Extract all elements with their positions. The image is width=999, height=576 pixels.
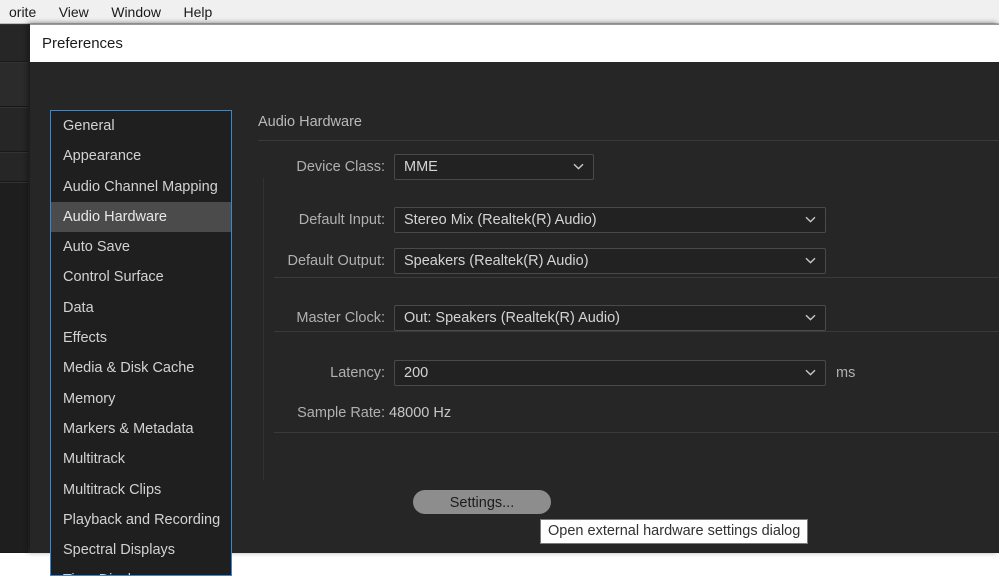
dialog-body: General Appearance Audio Channel Mapping… [30, 62, 999, 576]
sidebar-item-markers-metadata[interactable]: Markers & Metadata [51, 414, 231, 444]
sidebar-item-audio-hardware[interactable]: Audio Hardware [51, 201, 231, 233]
host-left-panel-strip [0, 182, 28, 553]
latency-value[interactable]: 200 [404, 361, 428, 385]
sample-rate-row: Sample Rate: 48000 Hz [258, 402, 658, 424]
latency-label: Latency: [330, 365, 385, 381]
device-class-value: MME [404, 159, 438, 175]
default-input-dropdown[interactable]: Stereo Mix (Realtek(R) Audio) [394, 207, 826, 233]
preferences-category-list[interactable]: General Appearance Audio Channel Mapping… [50, 110, 232, 576]
sidebar-item-spectral-displays[interactable]: Spectral Displays [51, 535, 231, 565]
audio-hardware-pane: Audio Hardware Device Class: MME Default… [258, 110, 999, 553]
divider-below-sample-rate [274, 432, 999, 433]
device-class-row: Device Class: MME [258, 154, 594, 180]
sidebar-item-data[interactable]: Data [51, 293, 231, 323]
divider-above-latency [274, 331, 999, 332]
sample-rate-value: 48000 Hz [389, 405, 452, 421]
preferences-dialog: Preferences General Appearance Audio Cha… [30, 24, 999, 576]
sidebar-item-memory[interactable]: Memory [51, 384, 231, 414]
sidebar-item-multitrack[interactable]: Multitrack [51, 444, 231, 474]
sidebar-item-media-disk-cache[interactable]: Media & Disk Cache [51, 353, 231, 383]
default-output-dropdown[interactable]: Speakers (Realtek(R) Audio) [394, 248, 826, 274]
settings-button-tooltip: Open external hardware settings dialog [540, 519, 809, 544]
host-left-panel-strip [0, 107, 28, 152]
master-clock-label-slot: Master Clock: [258, 305, 385, 331]
sidebar-item-effects[interactable]: Effects [51, 323, 231, 353]
pane-heading-divider [258, 140, 999, 141]
sidebar-item-audio-channel-mapping[interactable]: Audio Channel Mapping [51, 172, 231, 202]
latency-row: Latency: 200 ms [258, 360, 858, 386]
default-output-value: Speakers (Realtek(R) Audio) [404, 253, 589, 269]
menu-item-view[interactable]: View [50, 0, 98, 23]
master-clock-row: Master Clock: Out: Speakers (Realtek(R) … [258, 305, 826, 331]
sidebar-item-auto-save[interactable]: Auto Save [51, 232, 231, 262]
chevron-down-icon [805, 216, 816, 223]
host-menubar[interactable]: orite View Window Help [0, 0, 999, 24]
default-input-value: Stereo Mix (Realtek(R) Audio) [404, 212, 597, 228]
sidebar-item-multitrack-clips[interactable]: Multitrack Clips [51, 475, 231, 505]
sidebar-item-general[interactable]: General [51, 111, 231, 141]
master-clock-value: Out: Speakers (Realtek(R) Audio) [404, 310, 620, 326]
default-output-label-slot: Default Output: [258, 248, 385, 274]
settings-button[interactable]: Settings... [413, 490, 551, 514]
host-left-panel-strip [0, 62, 28, 107]
sidebar-item-control-surface[interactable]: Control Surface [51, 262, 231, 292]
chevron-down-icon [805, 257, 816, 264]
default-output-label: Default Output: [287, 253, 385, 269]
chevron-down-icon [805, 369, 816, 376]
device-class-label: Device Class: [296, 159, 385, 175]
pane-title: Audio Hardware [258, 114, 362, 130]
sample-rate-label: Sample Rate: [297, 405, 385, 421]
device-class-label-slot: Device Class: [258, 154, 385, 180]
sidebar-item-playback-and-recording[interactable]: Playback and Recording [51, 505, 231, 535]
menu-item-favorites[interactable]: orite [0, 0, 45, 23]
divider-above-master-clock [274, 277, 999, 278]
latency-dropdown[interactable]: 200 [394, 360, 826, 386]
master-clock-label: Master Clock: [296, 310, 385, 326]
master-clock-dropdown[interactable]: Out: Speakers (Realtek(R) Audio) [394, 305, 826, 331]
device-class-dropdown[interactable]: MME [394, 154, 594, 180]
host-left-panel-strip [0, 152, 28, 182]
sample-rate-label-slot: Sample Rate: [258, 402, 385, 424]
host-left-panel [0, 24, 28, 553]
host-left-panel-strip [0, 24, 28, 62]
dialog-titlebar[interactable]: Preferences [30, 24, 999, 62]
dialog-title: Preferences [42, 35, 123, 52]
sidebar-item-appearance[interactable]: Appearance [51, 141, 231, 171]
chevron-down-icon [805, 314, 816, 321]
default-input-label: Default Input: [298, 212, 385, 228]
latency-label-slot: Latency: [258, 360, 385, 386]
menu-item-window[interactable]: Window [102, 0, 170, 23]
latency-unit-label: ms [836, 365, 856, 381]
default-input-row: Default Input: Stereo Mix (Realtek(R) Au… [258, 207, 826, 233]
default-output-row: Default Output: Speakers (Realtek(R) Aud… [258, 248, 826, 274]
chevron-down-icon [573, 163, 584, 170]
default-input-label-slot: Default Input: [258, 207, 385, 233]
menu-item-help[interactable]: Help [174, 0, 221, 23]
sidebar-item-time-display[interactable]: Time Display [51, 565, 231, 575]
